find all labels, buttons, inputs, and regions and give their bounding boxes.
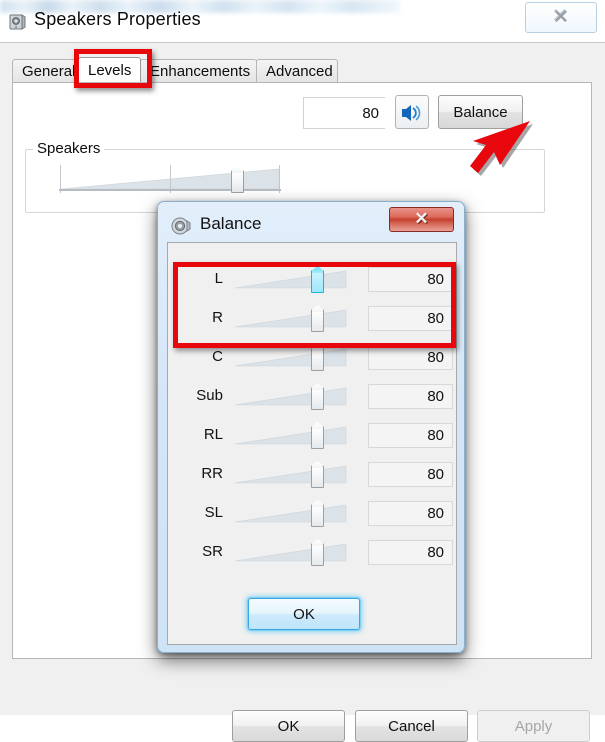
cancel-button[interactable]: Cancel [355,710,468,742]
volume-speaker-icon [402,105,421,121]
channel-row-sr: SR 80 [168,534,456,573]
channel-row-sub: Sub 80 [168,378,456,417]
tab-label: Enhancements [150,63,251,80]
channel-value-field[interactable]: 80 [368,384,453,409]
channel-row-rl: RL 80 [168,417,456,456]
channel-row-sl: SL 80 [168,495,456,534]
volume-value-field[interactable]: 80 [303,97,385,129]
channel-slider-sub[interactable] [233,383,348,410]
close-icon: ✕ [553,7,569,28]
tab-label: General [22,63,76,80]
slider-track [234,465,347,484]
balance-ok-button[interactable]: OK [248,598,360,630]
slider-track [234,426,347,445]
slider-track [234,387,347,406]
volume-slider[interactable] [59,165,281,193]
annotation-box-levels-tab [74,49,152,88]
channel-value-field[interactable]: 80 [368,540,453,565]
channel-slider-thumb[interactable] [311,466,324,488]
channel-slider-sr[interactable] [233,539,348,566]
balance-dialog-title: Balance [200,214,262,233]
channel-slider-sl[interactable] [233,500,348,527]
balance-button[interactable]: Balance [438,95,523,129]
channel-label: Sub [196,387,223,404]
channel-label: RR [201,465,223,482]
channel-value-field[interactable]: 80 [368,423,453,448]
channel-slider-thumb[interactable] [311,427,324,449]
channel-value-field[interactable]: 80 [368,462,453,487]
channel-slider-thumb[interactable] [311,544,324,566]
channel-row-rr: RR 80 [168,456,456,495]
speaker-icon [170,215,192,237]
slider-track [234,543,347,562]
channel-value-field[interactable]: 80 [368,345,453,370]
channel-slider-thumb[interactable] [311,349,324,371]
speakers-group-label: Speakers [33,140,105,157]
tab-enhancements[interactable]: Enhancements [140,59,257,82]
tab-label: Advanced [266,63,333,80]
mute-toggle-button[interactable] [395,95,429,129]
close-button[interactable]: ✕ [525,2,597,33]
balance-close-button[interactable]: ✕ [389,207,454,232]
channel-slider-thumb[interactable] [311,505,324,527]
tab-advanced[interactable]: Advanced [256,59,338,82]
annotation-box-lr-channels [173,262,456,348]
window-title: Speakers Properties [34,9,201,29]
slider-baseline [59,189,281,191]
channel-label: C [212,348,223,365]
title-bar: Speakers Properties ✕ [0,0,605,42]
speaker-icon [8,12,28,32]
channel-slider-rl[interactable] [233,422,348,449]
channel-slider-rr[interactable] [233,461,348,488]
channel-slider-thumb[interactable] [311,388,324,410]
channel-label: SL [204,504,223,521]
slider-track [234,504,347,523]
channel-label: SR [202,543,223,560]
channel-value-field[interactable]: 80 [368,501,453,526]
close-icon: ✕ [414,209,429,228]
ok-button[interactable]: OK [232,710,345,742]
channel-label: RL [203,426,223,443]
volume-slider-thumb[interactable] [231,171,244,193]
apply-button: Apply [477,710,590,742]
